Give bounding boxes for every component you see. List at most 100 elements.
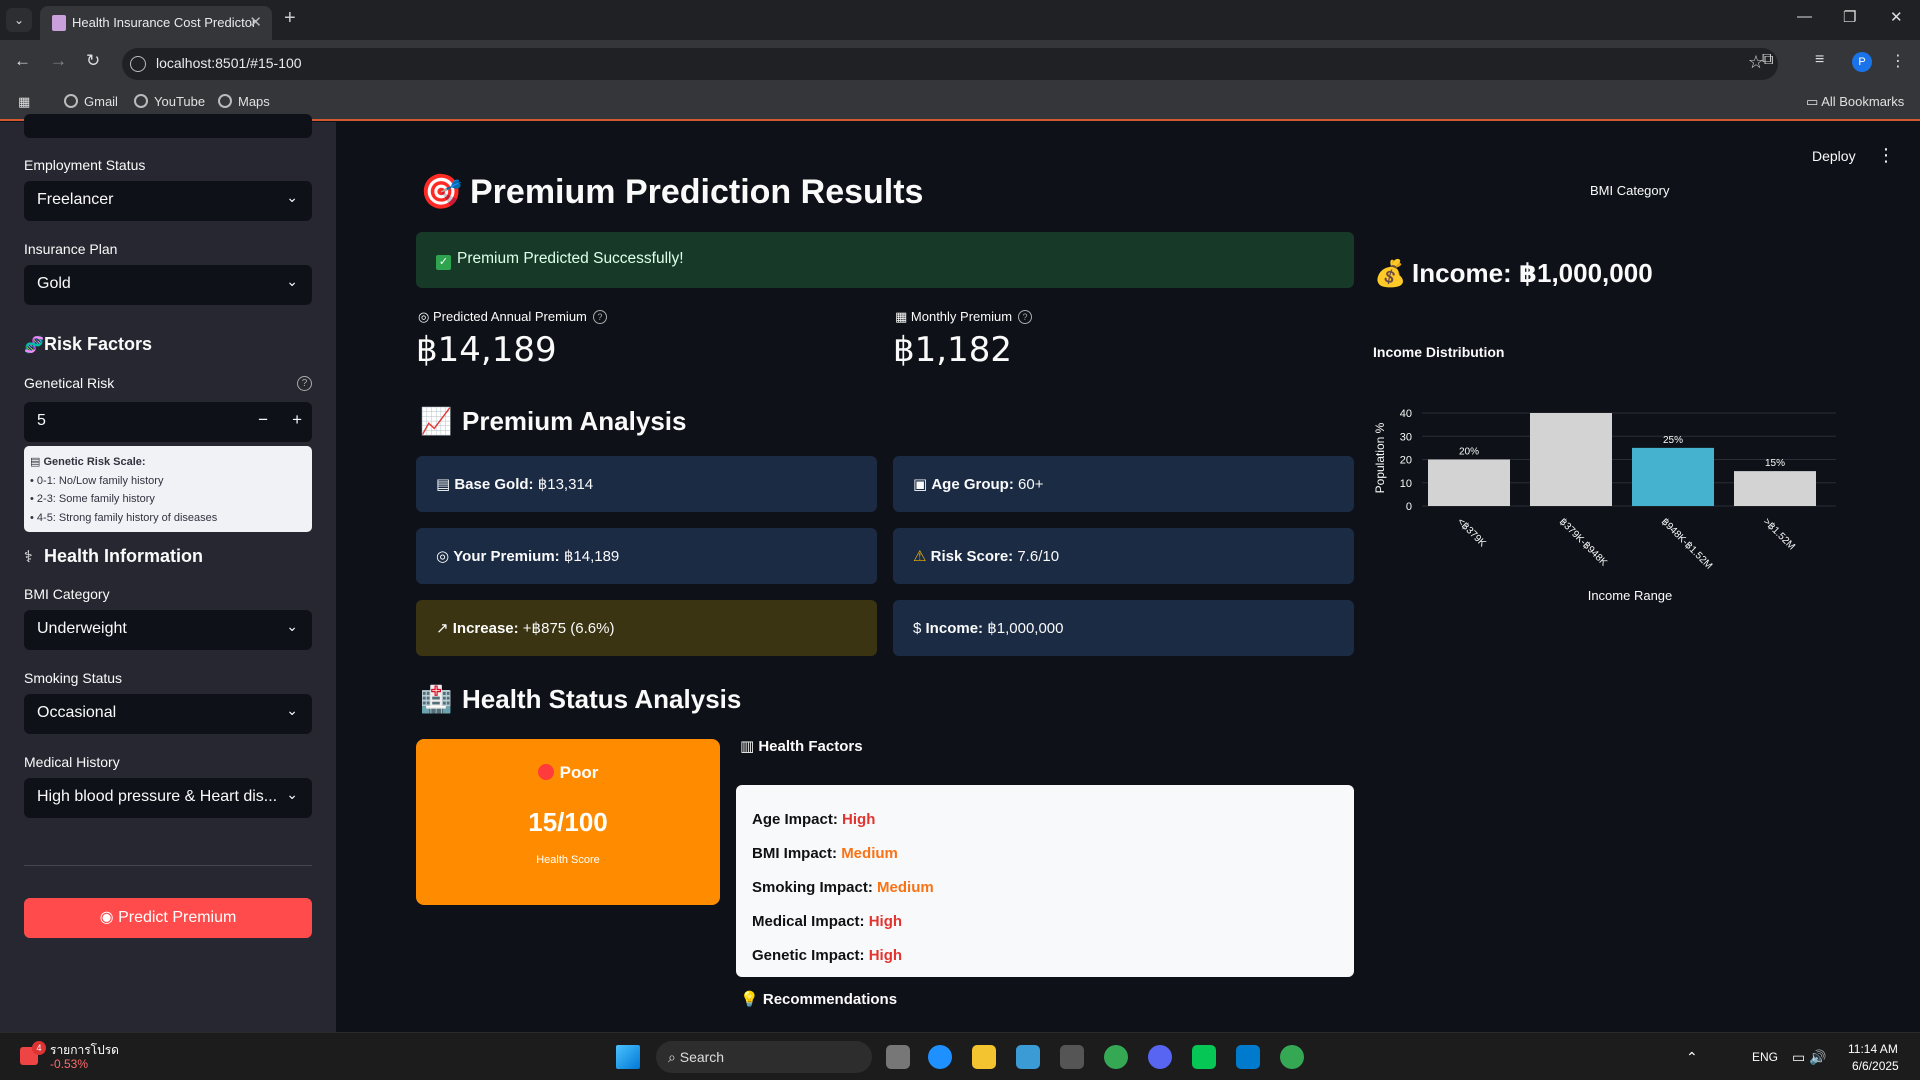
factor-row: Age Impact: High xyxy=(752,811,876,828)
previous-select[interactable] xyxy=(24,114,312,138)
file-explorer-icon[interactable] xyxy=(972,1045,996,1069)
page-title: 🎯 Premium Prediction Results xyxy=(420,173,924,211)
x-tick-label: ฿948K-฿1.52M xyxy=(1659,516,1714,571)
y-tick-label: 10 xyxy=(1400,478,1412,490)
chrome-icon[interactable] xyxy=(1104,1045,1128,1069)
discord-icon[interactable] xyxy=(1148,1045,1172,1069)
bookmark-maps[interactable]: Maps xyxy=(218,94,270,109)
task-view-icon[interactable] xyxy=(886,1045,910,1069)
plan-select[interactable]: Gold ⌄ xyxy=(24,265,312,305)
bar-data-label: 25% xyxy=(1663,435,1683,446)
recommendations-title: 💡 Recommendations xyxy=(740,991,898,1008)
forward-icon[interactable]: → xyxy=(50,51,67,71)
health-info-header: ⚕ Health Information xyxy=(24,546,204,566)
factor-row: Genetic Impact: High xyxy=(752,947,903,964)
clock-date[interactable]: 6/6/2025 xyxy=(1852,1059,1899,1073)
annual-premium-label: ◎ Predicted Annual Premium? xyxy=(418,309,607,325)
monthly-premium-label: ▦ Monthly Premium? xyxy=(895,309,1033,325)
windows-start-icon[interactable] xyxy=(616,1045,640,1069)
help-icon[interactable]: ? xyxy=(297,376,312,391)
chevron-down-icon: ⌄ xyxy=(286,273,298,289)
clock-time[interactable]: 11:14 AM xyxy=(1848,1042,1898,1056)
chrome-profile-icon[interactable] xyxy=(1280,1045,1304,1069)
help-icon[interactable]: ? xyxy=(592,310,607,324)
tab-favicon-icon xyxy=(52,15,66,31)
edge-icon[interactable] xyxy=(928,1045,952,1069)
hospital-icon: 🏥 xyxy=(420,684,453,714)
tab-close-icon[interactable]: ✕ xyxy=(249,13,262,31)
dna-icon: 🧬 xyxy=(24,337,44,354)
extensions-icon[interactable]: ⧉ xyxy=(1762,51,1773,69)
income-distribution-chart: 0 10 20 30 40 20% <฿379K ฿379K-฿948K 25% ฿948K-฿1… xyxy=(1373,408,1836,603)
browser-menu-icon[interactable]: ⋮ xyxy=(1890,51,1906,71)
predict-premium-button[interactable]: ◉ Predict Premium xyxy=(24,898,312,938)
genetic-number-input[interactable]: 5− + xyxy=(24,402,312,442)
medical-select[interactable]: High blood pressure & Heart dis... ⌄ xyxy=(24,778,312,818)
increment-button[interactable]: + xyxy=(292,410,302,430)
bookmark-gmail[interactable]: Gmail xyxy=(64,94,118,109)
vscode-icon[interactable] xyxy=(1236,1045,1260,1069)
smoking-select[interactable]: Occasional ⌄ xyxy=(24,694,312,734)
browser-tab-bar: ⌄ Health Insurance Cost Predictor ✕ + — … xyxy=(0,0,1920,40)
tray-chevron-icon[interactable]: ⌃ xyxy=(1686,1049,1698,1066)
employment-label: Employment Status xyxy=(24,157,146,173)
close-window-icon[interactable]: ✕ xyxy=(1890,8,1903,26)
employment-select[interactable]: Freelancer ⌄ xyxy=(24,181,312,221)
address-bar[interactable]: localhost:8501/#15-100 ☆ xyxy=(122,48,1778,80)
health-factors-title: ▥ Health Factors xyxy=(740,738,863,755)
bmi-select[interactable]: Underweight ⌄ xyxy=(24,610,312,650)
bar-data-label: 20% xyxy=(1459,447,1479,458)
genetic-scale-note: ▤ Genetic Risk Scale: • 0-1: No/Low fami… xyxy=(24,446,312,532)
red-circle-icon xyxy=(537,764,554,780)
app-menu-icon[interactable]: ⋮ xyxy=(1877,145,1895,166)
notification-badge: 4 xyxy=(32,1041,46,1055)
new-tab-icon[interactable]: + xyxy=(284,7,296,30)
bar-data-label: 15% xyxy=(1765,458,1785,469)
y-axis-label: Population % xyxy=(1373,422,1387,493)
bookmark-youtube[interactable]: YouTube xyxy=(134,94,205,109)
sidebar: Employment Status Freelancer ⌄ Insurance … xyxy=(0,114,336,1032)
reading-list-icon[interactable]: ≡ xyxy=(1815,51,1824,69)
decrement-button[interactable]: − xyxy=(258,410,268,430)
factor-row: BMI Impact: Medium xyxy=(752,845,898,862)
minimize-icon[interactable]: — xyxy=(1797,8,1812,25)
bar xyxy=(1632,447,1714,506)
factor-row: Smoking Impact: Medium xyxy=(752,879,934,896)
globe-icon xyxy=(134,94,148,108)
outlook-icon[interactable] xyxy=(1016,1045,1040,1069)
taskbar-search[interactable]: ⌕ Search xyxy=(656,1041,872,1073)
income-title: 💰 Income: ฿1,000,000 xyxy=(1374,258,1653,288)
profile-avatar[interactable]: P xyxy=(1852,52,1872,72)
help-icon[interactable]: ? xyxy=(1018,310,1033,324)
tab-title: Health Insurance Cost Predictor xyxy=(72,15,257,30)
restore-icon[interactable]: ❐ xyxy=(1843,8,1856,26)
chart-up-icon: 📈 xyxy=(420,406,453,436)
health-status-title: 🏥 Health Status Analysis xyxy=(420,684,742,714)
age-group-card: ▣ Age Group: 60+ xyxy=(893,456,1354,512)
url-text[interactable]: localhost:8501/#15-100 xyxy=(156,55,302,71)
smoking-label: Smoking Status xyxy=(24,670,123,686)
network-icon[interactable]: ▭ 🔊 xyxy=(1792,1049,1827,1066)
risk-factors-header: 🧬Risk Factors xyxy=(24,334,153,354)
apps-grid-icon[interactable]: ▦ xyxy=(18,94,30,110)
medical-icon: ⚕ xyxy=(24,549,33,566)
line-icon[interactable] xyxy=(1192,1045,1216,1069)
language-indicator[interactable]: ENG xyxy=(1752,1050,1778,1064)
warning-icon: ⚠ xyxy=(913,548,927,565)
app-icon[interactable] xyxy=(1060,1045,1084,1069)
globe-icon xyxy=(64,94,78,108)
site-info-icon[interactable] xyxy=(130,56,146,72)
back-icon[interactable]: ← xyxy=(14,51,31,71)
monthly-premium-value: ฿1,182 xyxy=(893,330,1012,370)
factor-row: Medical Impact: High xyxy=(752,913,903,930)
all-bookmarks[interactable]: ▭ All Bookmarks xyxy=(1806,94,1904,110)
browser-tab[interactable]: Health Insurance Cost Predictor ✕ xyxy=(40,6,272,40)
y-tick-label: 30 xyxy=(1400,431,1412,443)
genetic-label: Genetical Risk xyxy=(24,375,115,391)
deploy-button[interactable]: Deploy xyxy=(1812,148,1856,164)
x-tick-label: ฿379K-฿948K xyxy=(1557,516,1609,568)
income-card: $ Income: ฿1,000,000 xyxy=(893,600,1354,656)
increase-card: ↗ Increase: +฿875 (6.6%) xyxy=(416,600,877,656)
tab-search-icon[interactable]: ⌄ xyxy=(6,8,32,32)
reload-icon[interactable]: ↻ xyxy=(86,51,100,71)
